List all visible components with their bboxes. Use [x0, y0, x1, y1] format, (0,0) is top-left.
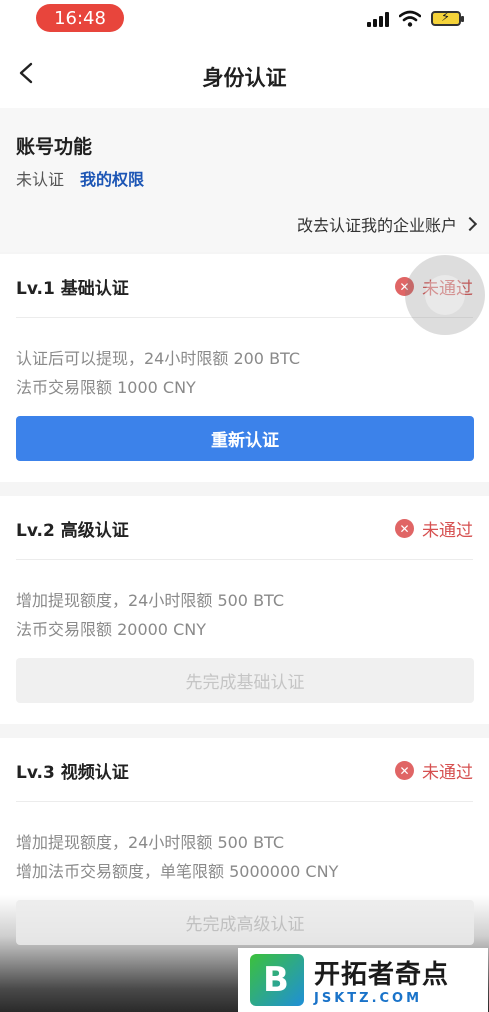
divider	[16, 801, 473, 802]
my-permissions-link[interactable]: 我的权限	[80, 166, 144, 190]
level-card-2: Lv.2 高级认证 ✕ 未通过 增加提现额度，24小时限额 500 BTC 法币…	[0, 496, 489, 724]
level-desc-line2: 法币交易限额 1000 CNY	[16, 378, 196, 397]
watermark-logo-icon	[250, 954, 304, 1006]
page-title: 身份认证	[202, 66, 287, 90]
status-badge: ✕ 未通过	[395, 516, 473, 541]
fail-icon: ✕	[395, 519, 414, 538]
status-label: 未通过	[422, 521, 473, 541]
battery-charging-icon: ⚡	[431, 10, 464, 26]
complete-advanced-first-button[interactable]: 先完成高级认证	[16, 900, 474, 945]
wifi-icon	[399, 10, 421, 27]
divider	[16, 559, 473, 560]
level-title: Lv.1 基础认证	[16, 279, 129, 299]
chevron-right-icon	[462, 216, 478, 232]
account-status: 未认证	[16, 170, 65, 189]
watermark: 开拓者奇点 JSKTZ.COM	[238, 948, 488, 1012]
account-section: 账号功能 未认证 我的权限 改去认证我的企业账户	[0, 108, 489, 252]
fail-icon: ✕	[395, 761, 414, 780]
complete-basic-first-button[interactable]: 先完成基础认证	[16, 658, 474, 703]
watermark-name: 开拓者奇点	[314, 960, 450, 990]
watermark-text: 开拓者奇点 JSKTZ.COM	[314, 954, 449, 1006]
enterprise-verify-label: 改去认证我的企业账户	[296, 216, 457, 235]
level-desc-line1: 增加提现额度，24小时限额 500 BTC	[16, 591, 285, 610]
level-desc-line2: 法币交易限额 20000 CNY	[16, 620, 206, 639]
level-title: Lv.2 高级认证	[16, 521, 129, 541]
status-badge: ✕ 未通过	[395, 758, 473, 783]
level-desc-line1: 认证后可以提现，24小时限额 200 BTC	[16, 349, 301, 368]
touch-indicator	[405, 255, 485, 335]
signal-icon	[367, 11, 389, 27]
watermark-url: JSKTZ.COM	[314, 991, 423, 1006]
status-icons: ⚡	[367, 10, 464, 27]
level-desc-line2: 增加法币交易额度，单笔限额 5000000 CNY	[16, 862, 339, 881]
account-title: 账号功能	[16, 136, 93, 158]
status-time: 16:48	[36, 4, 124, 32]
enterprise-verify-link[interactable]: 改去认证我的企业账户	[296, 212, 478, 236]
status-label: 未通过	[422, 763, 473, 783]
status-bar: 16:48 ⚡	[0, 0, 489, 40]
level-title: Lv.3 视频认证	[16, 763, 129, 783]
level-desc-line1: 增加提现额度，24小时限额 500 BTC	[16, 833, 285, 852]
nav-bar: 身份认证	[0, 40, 489, 108]
reverify-button[interactable]: 重新认证	[16, 416, 474, 461]
divider	[16, 317, 473, 318]
